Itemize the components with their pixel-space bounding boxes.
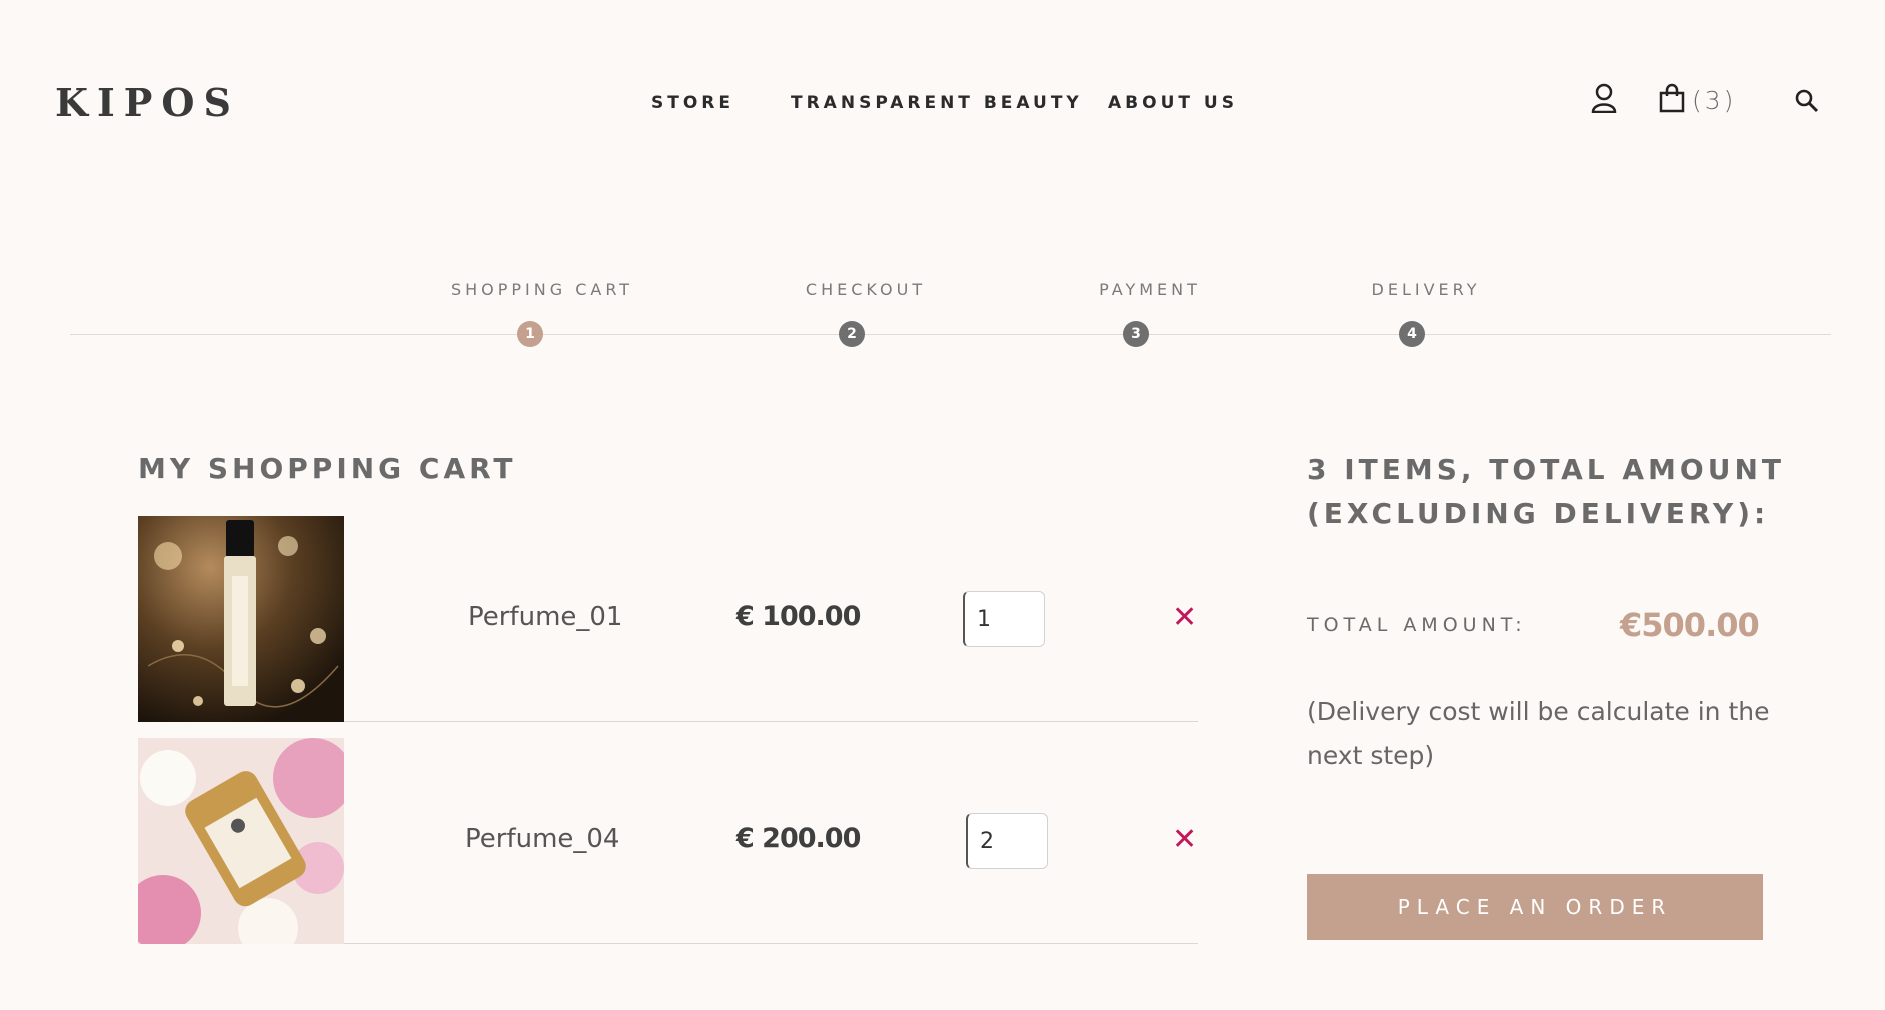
steps-line — [70, 334, 1831, 335]
item-price: € 200.00 — [736, 823, 861, 854]
item-price: € 100.00 — [736, 601, 861, 632]
step-label-delivery: DELIVERY — [1371, 280, 1481, 299]
item-name[interactable]: Perfume_01 — [468, 602, 622, 632]
brand-logo[interactable]: KIPOS — [55, 80, 240, 125]
item-name[interactable]: Perfume_04 — [465, 824, 619, 854]
total-amount-value: €500.00 — [1620, 606, 1760, 644]
quantity-input[interactable] — [963, 591, 1045, 647]
nav-about-us[interactable]: ABOUT US — [1108, 93, 1238, 113]
cart-item: Perfume_01 € 100.00 ✕ — [138, 516, 1198, 722]
step-label-payment: PAYMENT — [1099, 280, 1201, 299]
cart-count[interactable]: (3) — [1692, 86, 1736, 115]
search-icon[interactable] — [1795, 89, 1819, 117]
remove-item-icon[interactable]: ✕ — [1172, 600, 1197, 635]
nav-transparent-beauty[interactable]: TRANSPARENT BEAUTY — [791, 93, 1083, 113]
place-order-button[interactable]: PLACE AN ORDER — [1307, 874, 1763, 940]
remove-item-icon[interactable]: ✕ — [1172, 822, 1197, 857]
quantity-input[interactable] — [966, 813, 1048, 869]
cart-item: Perfume_04 € 200.00 ✕ — [138, 738, 1198, 944]
step-dot-4: 4 — [1399, 321, 1425, 347]
delivery-note: (Delivery cost will be calculate in the … — [1307, 697, 1770, 770]
product-image[interactable] — [138, 516, 344, 722]
step-dot-3: 3 — [1123, 321, 1149, 347]
bag-icon[interactable] — [1659, 83, 1685, 117]
total-amount-label: TOTAL AMOUNT: — [1307, 614, 1527, 636]
product-image[interactable] — [138, 738, 344, 944]
step-label-checkout: CHECKOUT — [805, 280, 927, 299]
summary-title: 3 ITEMS, TOTAL AMOUNT (EXCLUDING DELIVER… — [1307, 453, 1785, 530]
step-dot-1: 1 — [517, 321, 543, 347]
cart-title: MY SHOPPING CART — [138, 452, 517, 485]
nav-store[interactable]: STORE — [651, 93, 734, 113]
user-icon[interactable] — [1591, 83, 1617, 117]
step-label-shopping-cart: SHOPPING CART — [450, 280, 634, 299]
step-dot-2: 2 — [839, 321, 865, 347]
